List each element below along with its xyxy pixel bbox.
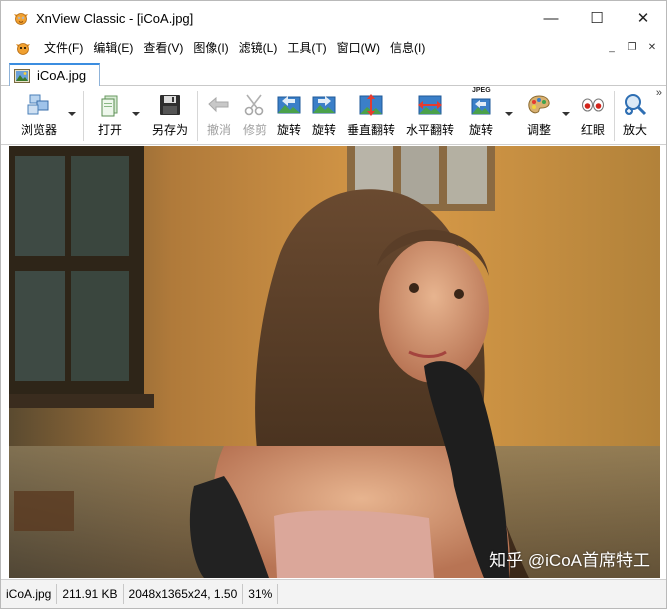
browser-label: 浏览器 — [20, 123, 57, 137]
undo-button[interactable]: 撤消 — [202, 87, 236, 145]
save-as-button[interactable]: 另存为 — [147, 87, 193, 145]
toolbar-separator — [197, 91, 198, 141]
flip-vertical-button[interactable]: 垂直翻转 — [345, 87, 397, 145]
menu-window[interactable]: 窗口(W) — [332, 37, 385, 59]
status-bar: iCoA.jpg 211.91 KB 2048x1365x24, 1.50 31… — [1, 579, 666, 608]
browser-button[interactable]: 浏览器 — [11, 87, 67, 145]
menu-image[interactable]: 图像(I) — [188, 37, 233, 59]
adjust-dropdown-arrow-icon[interactable] — [562, 109, 570, 119]
undo-label: 撤消 — [206, 123, 231, 137]
toolbar-separator — [614, 91, 615, 141]
document-tab-strip: iCoA.jpg — [1, 60, 666, 86]
rotate-left-icon — [276, 92, 302, 118]
rotate-right-icon — [311, 92, 337, 118]
menu-file[interactable]: 文件(F) — [39, 37, 88, 59]
maximize-button[interactable]: ☐ — [574, 1, 620, 35]
crop-label: 修剪 — [242, 123, 267, 137]
rotate-right-button[interactable]: 旋转 — [308, 87, 340, 145]
status-filename: iCoA.jpg — [1, 584, 58, 604]
menu-bar: 文件(F) 编辑(E) 查看(V) 图像(I) 滤镜(L) 工具(T) 窗口(W… — [1, 35, 666, 60]
rotate-right-label: 旋转 — [311, 123, 336, 137]
floppy-disk-icon — [157, 92, 183, 118]
status-zoom: 31% — [243, 584, 279, 604]
magnifier-icon — [622, 92, 648, 118]
open-dropdown-arrow-icon[interactable] — [132, 109, 140, 119]
rotate-jpeg-dropdown-arrow-icon[interactable] — [505, 109, 513, 119]
mdi-restore-button[interactable]: ❐ — [624, 41, 640, 55]
undo-arrow-icon — [206, 92, 232, 118]
minimize-button[interactable]: — — [528, 1, 574, 35]
scissors-icon — [242, 92, 268, 118]
window-controls: — ☐ ✕ — [528, 1, 666, 35]
crop-button[interactable]: 修剪 — [238, 87, 272, 145]
main-toolbar: 浏览器 打开 另存为 撤消 修剪 旋转 旋转 垂直翻转 水平翻转 JPEG 旋转… — [1, 87, 666, 145]
mdi-close-button[interactable]: ✕ — [644, 41, 660, 55]
photo-canvas — [9, 146, 660, 578]
mdi-controls: _ ❐ ✕ — [600, 41, 660, 55]
tab-icoa-jpg[interactable]: iCoA.jpg — [9, 63, 100, 86]
menu-tools[interactable]: 工具(T) — [282, 37, 331, 59]
red-eye-icon — [580, 92, 606, 118]
image-file-icon — [14, 68, 30, 83]
xnview-menu-icon[interactable] — [15, 40, 31, 56]
flip-horizontal-button[interactable]: 水平翻转 — [403, 87, 457, 145]
menu-info[interactable]: 信息(I) — [385, 37, 430, 59]
app-window: XnView Classic - [iCoA.jpg] — ☐ ✕ 文件(F) … — [0, 0, 667, 609]
close-button[interactable]: ✕ — [620, 1, 666, 35]
flip-horizontal-label: 水平翻转 — [405, 123, 454, 137]
status-dimensions: 2048x1365x24, 1.50 — [124, 584, 244, 604]
xnview-logo-icon — [13, 10, 29, 26]
status-filesize: 211.91 KB — [57, 584, 124, 604]
zoom-in-label: 放大 — [622, 123, 647, 137]
rotate-jpeg-label: 旋转 — [468, 123, 493, 137]
zoom-in-button[interactable]: 放大 — [619, 87, 651, 145]
menu-view[interactable]: 查看(V) — [138, 37, 188, 59]
title-bar: XnView Classic - [iCoA.jpg] — ☐ ✕ — [1, 1, 666, 35]
rotate-jpeg-button[interactable]: JPEG 旋转 — [463, 87, 499, 145]
menu-filter[interactable]: 滤镜(L) — [234, 37, 283, 59]
open-button[interactable]: 打开 — [91, 87, 129, 145]
browser-icon — [26, 92, 52, 118]
window-title: XnView Classic - [iCoA.jpg] — [36, 10, 194, 26]
browser-dropdown-arrow-icon[interactable] — [68, 109, 76, 119]
toolbar-overflow-chevron-icon[interactable]: » — [656, 87, 662, 99]
open-icon — [97, 92, 123, 118]
adjust-button[interactable]: 调整 — [521, 87, 557, 145]
flip-vertical-icon — [358, 92, 384, 118]
open-label: 打开 — [97, 123, 122, 137]
rotate-left-button[interactable]: 旋转 — [273, 87, 305, 145]
red-eye-button[interactable]: 红眼 — [576, 87, 610, 145]
jpeg-badge: JPEG — [472, 87, 491, 94]
rotate-left-label: 旋转 — [276, 123, 301, 137]
image-viewport[interactable]: 知乎 @iCoA首席特工 — [9, 146, 660, 578]
flip-vertical-label: 垂直翻转 — [346, 123, 395, 137]
watermark-text: 知乎 @iCoA首席特工 — [489, 551, 650, 570]
toolbar-separator — [83, 91, 84, 141]
mdi-minimize-button[interactable]: _ — [604, 41, 620, 55]
adjust-label: 调整 — [526, 123, 551, 137]
tab-label: iCoA.jpg — [37, 68, 87, 83]
menu-edit[interactable]: 编辑(E) — [88, 37, 138, 59]
rotate-jpeg-icon: JPEG — [468, 87, 494, 118]
flip-horizontal-icon — [417, 92, 443, 118]
red-eye-label: 红眼 — [580, 123, 605, 137]
palette-icon — [526, 92, 552, 118]
save-as-label: 另存为 — [151, 123, 188, 137]
